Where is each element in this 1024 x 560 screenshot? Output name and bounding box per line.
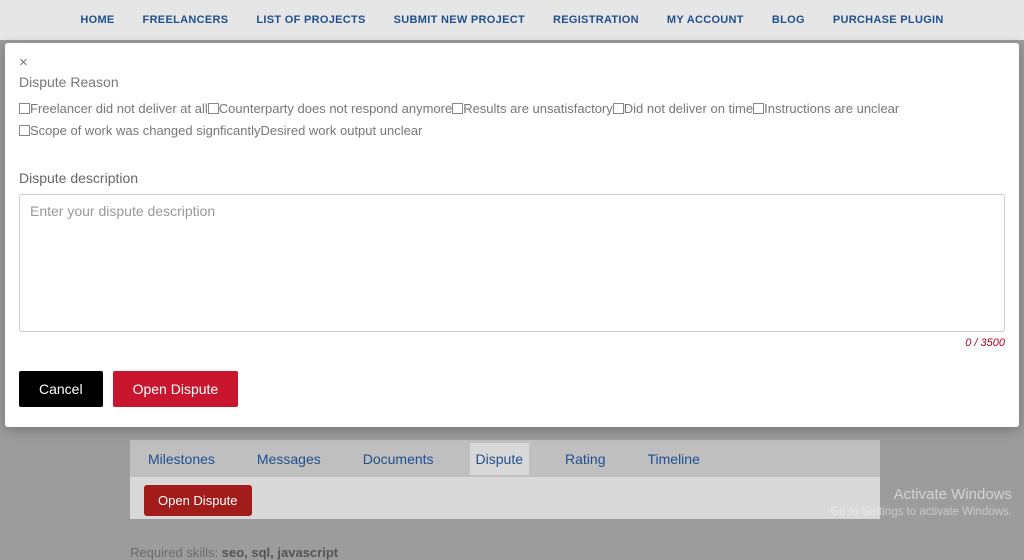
nav-my-account[interactable]: MY ACCOUNT bbox=[667, 14, 744, 26]
tab-dispute[interactable]: Dispute bbox=[470, 443, 529, 475]
reason-scope-changed-checkbox[interactable] bbox=[19, 125, 30, 136]
nav-purchase-plugin[interactable]: PURCHASE PLUGIN bbox=[833, 14, 944, 26]
description-label: Dispute description bbox=[19, 170, 1005, 186]
reason-unsatisfactory-checkbox[interactable] bbox=[452, 103, 463, 114]
open-dispute-button[interactable]: Open Dispute bbox=[144, 485, 252, 516]
nav-registration[interactable]: REGISTRATION bbox=[553, 14, 639, 26]
reason-unclear-instructions-checkbox[interactable] bbox=[753, 103, 764, 114]
char-counter: 0 / 3500 bbox=[19, 337, 1005, 349]
reason-unsatisfactory[interactable]: Results are unsatisfactory bbox=[452, 101, 613, 116]
cancel-button[interactable]: Cancel bbox=[19, 371, 103, 407]
modal-title: Dispute Reason bbox=[19, 74, 1005, 90]
close-icon[interactable]: × bbox=[19, 55, 28, 70]
dispute-modal: × Dispute Reason Freelancer did not deli… bbox=[5, 43, 1019, 427]
required-skills: Required skills: seo, sql, javascript bbox=[130, 545, 338, 560]
reason-not-deliver-checkbox[interactable] bbox=[19, 103, 30, 114]
reason-no-response-checkbox[interactable] bbox=[208, 103, 219, 114]
tab-rating[interactable]: Rating bbox=[559, 443, 611, 475]
reason-late-checkbox[interactable] bbox=[613, 103, 624, 114]
modal-actions: Cancel Open Dispute bbox=[19, 371, 1005, 407]
reason-unclear-instructions[interactable]: Instructions are unclear bbox=[753, 101, 899, 116]
tab-timeline[interactable]: Timeline bbox=[641, 443, 705, 475]
dispute-reasons: Freelancer did not deliver at all Counter… bbox=[19, 98, 1005, 142]
reason-output-unclear[interactable]: Desired work output unclear bbox=[261, 123, 423, 138]
reason-late-label: Did not deliver on time bbox=[624, 101, 753, 116]
top-nav: HOME FREELANCERS LIST OF PROJECTS SUBMIT… bbox=[0, 0, 1024, 40]
reason-unsatisfactory-label: Results are unsatisfactory bbox=[463, 101, 613, 116]
open-dispute-submit-button[interactable]: Open Dispute bbox=[113, 371, 239, 407]
project-tabs: Milestones Messages Documents Dispute Ra… bbox=[130, 440, 880, 477]
nav-submit-new-project[interactable]: SUBMIT NEW PROJECT bbox=[394, 14, 525, 26]
reason-output-unclear-label: Desired work output unclear bbox=[261, 123, 423, 138]
dispute-panel: Open Dispute bbox=[130, 477, 880, 519]
reason-scope-changed-label: Scope of work was changed signficantly bbox=[30, 123, 261, 138]
tab-milestones[interactable]: Milestones bbox=[142, 443, 221, 475]
required-skills-prefix: Required skills: bbox=[130, 545, 222, 560]
tab-messages[interactable]: Messages bbox=[251, 443, 327, 475]
reason-no-response[interactable]: Counterparty does not respond anymore bbox=[208, 101, 452, 116]
required-skills-list: seo, sql, javascript bbox=[222, 545, 338, 560]
reason-unclear-instructions-label: Instructions are unclear bbox=[764, 101, 899, 116]
nav-home[interactable]: HOME bbox=[80, 14, 114, 26]
nav-list-of-projects[interactable]: LIST OF PROJECTS bbox=[256, 14, 365, 26]
nav-freelancers[interactable]: FREELANCERS bbox=[143, 14, 229, 26]
reason-late[interactable]: Did not deliver on time bbox=[613, 101, 753, 116]
description-textarea[interactable] bbox=[19, 194, 1005, 332]
reason-no-response-label: Counterparty does not respond anymore bbox=[219, 101, 452, 116]
nav-blog[interactable]: BLOG bbox=[772, 14, 805, 26]
reason-scope-changed[interactable]: Scope of work was changed signficantly bbox=[19, 123, 261, 138]
tab-documents[interactable]: Documents bbox=[357, 443, 440, 475]
reason-not-deliver[interactable]: Freelancer did not deliver at all bbox=[19, 101, 208, 116]
reason-not-deliver-label: Freelancer did not deliver at all bbox=[30, 101, 208, 116]
